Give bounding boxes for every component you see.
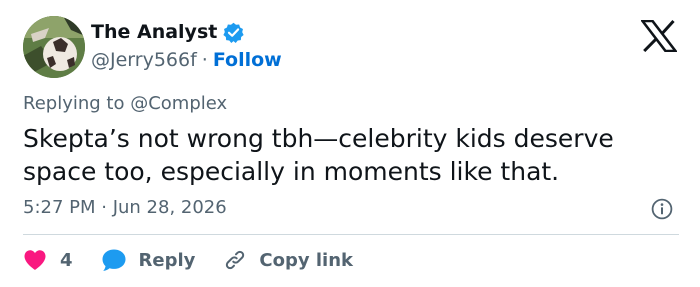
- info-icon[interactable]: [651, 198, 673, 220]
- avatar-image: [23, 16, 85, 78]
- like-button[interactable]: 4: [23, 249, 73, 271]
- divider: [23, 234, 679, 235]
- author-handle[interactable]: @Jerry566f: [91, 48, 197, 72]
- follow-button[interactable]: Follow: [213, 48, 282, 72]
- chat-bubble-icon: [102, 249, 126, 271]
- heart-icon: [24, 250, 46, 270]
- author-display-name[interactable]: The Analyst: [91, 20, 217, 44]
- author-name-row: The Analyst: [91, 20, 244, 44]
- x-logo-icon[interactable]: [641, 20, 677, 52]
- avatar[interactable]: [23, 16, 85, 78]
- copy-link-button[interactable]: Copy link: [223, 248, 353, 272]
- reply-context-mention[interactable]: @Complex: [130, 93, 227, 114]
- reply-context-prefix: Replying to: [23, 93, 125, 114]
- tweet-card: The Analyst @Jerry566f · Follow Replying…: [0, 0, 700, 287]
- action-bar: 4 Reply Copy link: [23, 247, 353, 273]
- link-icon: [226, 250, 245, 270]
- copy-link-label: Copy link: [259, 249, 353, 271]
- verified-badge-icon: [223, 22, 244, 43]
- handle-separator: ·: [201, 49, 208, 71]
- reply-context: Replying to @Complex: [23, 92, 227, 116]
- tweet-text: Skepta’s not wrong tbh—celebrity kids de…: [23, 124, 614, 186]
- reply-label: Reply: [138, 249, 196, 271]
- like-count: 4: [60, 249, 73, 271]
- tweet-timestamp[interactable]: 5:27 PM · Jun 28, 2026: [23, 196, 227, 220]
- author-handle-row: @Jerry566f · Follow: [91, 48, 282, 72]
- reply-button[interactable]: Reply: [101, 248, 196, 272]
